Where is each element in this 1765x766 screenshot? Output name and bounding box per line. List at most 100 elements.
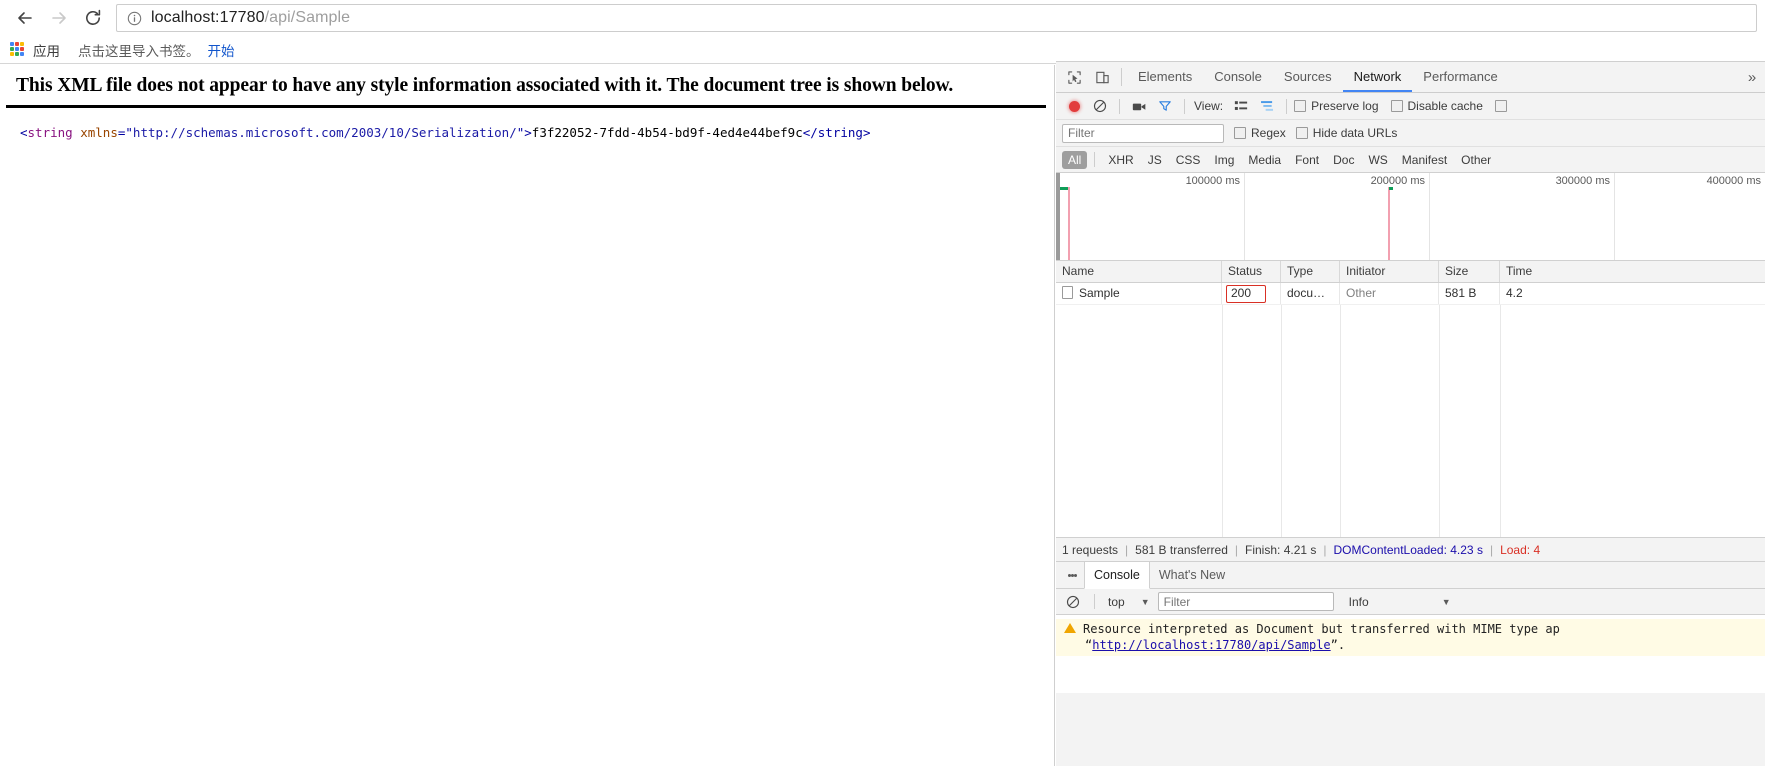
type-filter-font[interactable]: Font	[1289, 151, 1325, 169]
column-header-time[interactable]: Time	[1500, 261, 1765, 282]
reload-button[interactable]	[76, 3, 110, 33]
bookmarks-import-link[interactable]: 开始	[208, 40, 235, 60]
network-filter-input[interactable]	[1062, 123, 1224, 143]
clear-icon[interactable]	[1088, 95, 1112, 117]
status-badge: 200	[1226, 285, 1267, 303]
type-filter-manifest[interactable]: Manifest	[1396, 151, 1453, 169]
cell-status: 200	[1222, 283, 1281, 304]
view-label: View:	[1194, 99, 1224, 113]
console-quote-close: ”.	[1330, 638, 1346, 653]
throttling-box[interactable]	[1494, 100, 1507, 112]
column-header-type[interactable]: Type	[1281, 261, 1340, 282]
network-summary-bar: 1 requests | 581 B transferred | Finish:…	[1056, 537, 1765, 562]
console-filter-input[interactable]	[1157, 592, 1334, 611]
disable-cache-checkbox[interactable]: Disable cache	[1390, 99, 1493, 113]
list-view-icon[interactable]	[1229, 95, 1253, 117]
drawer-tab-console[interactable]: Console	[1084, 562, 1150, 589]
hide-data-urls-checkbox[interactable]: Hide data URLs	[1295, 126, 1408, 140]
drawer-tab-whats-new[interactable]: What's New	[1150, 562, 1234, 588]
column-header-initiator[interactable]: Initiator	[1340, 261, 1439, 282]
drawer-more-icon[interactable]	[1060, 562, 1084, 588]
console-message-link[interactable]: http://localhost:17780/api/Sample	[1092, 638, 1330, 652]
waterfall-view-icon[interactable]	[1255, 95, 1279, 117]
bookmark-apps[interactable]: 应用	[33, 40, 60, 60]
network-table-header: Name Status Type Initiator Size Time	[1056, 261, 1765, 283]
column-header-size[interactable]: Size	[1439, 261, 1500, 282]
xml-attr-name: xmlns	[80, 125, 118, 140]
console-context-selector[interactable]: top ▼	[1104, 595, 1154, 609]
browser-window: localhost:17780/api/Sample 应用 点击这里导入书签。 …	[0, 0, 1765, 766]
hide-data-urls-label: Hide data URLs	[1312, 126, 1398, 140]
summary-sep-4: |	[1489, 542, 1494, 557]
disable-cache-box[interactable]	[1390, 100, 1403, 112]
record-stop-icon[interactable]	[1062, 95, 1086, 117]
xml-document-tree: <string xmlns="http://schemas.microsoft.…	[0, 108, 1054, 142]
overview-cell-3: 300000 ms	[1430, 173, 1615, 260]
xml-text-value: f3f22052-7fdd-4b54-bd9f-4ed4e44bef9c	[531, 125, 803, 140]
clear-console-icon[interactable]	[1061, 591, 1085, 613]
typebar-divider	[1094, 152, 1096, 167]
summary-sep-3: |	[1323, 542, 1327, 557]
cell-initiator: Other	[1340, 283, 1439, 304]
type-filter-media[interactable]: Media	[1242, 151, 1287, 169]
back-button[interactable]	[8, 3, 42, 33]
bookmarks-import-hint: 点击这里导入书签。	[78, 43, 200, 59]
info-circle-icon[interactable]	[125, 9, 143, 27]
toolbar-divider-2	[1184, 98, 1185, 114]
summary-sep-1: |	[1125, 542, 1129, 557]
device-toolbar-icon[interactable]	[1088, 62, 1116, 92]
console-level-label: Info	[1348, 594, 1369, 609]
overview-request-band	[1068, 187, 1070, 260]
camera-icon[interactable]	[1127, 95, 1151, 117]
forward-button[interactable]	[42, 3, 76, 33]
browser-toolbar: localhost:17780/api/Sample	[0, 0, 1765, 36]
summary-finish: Finish: 4.21 s	[1245, 542, 1317, 557]
tab-network[interactable]: Network	[1342, 62, 1413, 92]
type-filter-img[interactable]: Img	[1208, 151, 1240, 169]
column-header-name[interactable]: Name	[1056, 261, 1222, 282]
apps-grid-icon[interactable]	[10, 41, 26, 58]
regex-box[interactable]	[1234, 127, 1246, 139]
cell-name-text: Sample	[1079, 286, 1120, 300]
type-filter-css[interactable]: CSS	[1170, 151, 1207, 169]
tab-console[interactable]: Console	[1203, 62, 1273, 92]
url-host: localhost:17780	[151, 9, 265, 26]
tab-sources[interactable]: Sources	[1273, 62, 1343, 92]
drawer-tabbar: Console What's New	[1056, 562, 1765, 589]
console-toolbar-divider	[1094, 594, 1095, 609]
console-warning-message[interactable]: Resource interpreted as Document but tra…	[1056, 619, 1765, 657]
preserve-log-checkbox[interactable]: Preserve log	[1294, 99, 1388, 113]
throttling-checkbox[interactable]	[1494, 100, 1512, 112]
column-header-status[interactable]: Status	[1222, 261, 1281, 282]
preserve-log-box[interactable]	[1294, 100, 1307, 112]
bookmarks-bar: 应用 点击这里导入书签。 开始	[0, 36, 1765, 64]
cell-name[interactable]: Sample	[1056, 283, 1222, 304]
inspect-element-icon[interactable]	[1060, 62, 1088, 92]
warning-icon	[1064, 623, 1076, 633]
summary-sep-2: |	[1234, 542, 1239, 557]
funnel-icon[interactable]	[1153, 95, 1177, 117]
overview-tick-4: 400000 ms	[1706, 175, 1761, 187]
devtools-tabbar: Elements Console Sources Network Perform…	[1056, 62, 1765, 93]
tab-elements[interactable]: Elements	[1127, 62, 1203, 92]
tabbar-more-button[interactable]: »	[1739, 62, 1765, 92]
console-level-selector[interactable]: Info ▼	[1344, 595, 1456, 609]
network-filter-bar: Regex Hide data URLs	[1056, 120, 1765, 147]
console-output: Resource interpreted as Document but tra…	[1056, 615, 1765, 693]
type-filter-all[interactable]: All	[1062, 150, 1088, 169]
type-filter-doc[interactable]: Doc	[1327, 151, 1360, 169]
type-filter-js[interactable]: JS	[1142, 151, 1168, 169]
cell-type: docu…	[1281, 283, 1340, 304]
tab-performance[interactable]: Performance	[1412, 62, 1508, 92]
summary-load: Load: 4	[1500, 542, 1541, 557]
hide-data-urls-box[interactable]	[1295, 127, 1308, 139]
type-filter-ws[interactable]: WS	[1362, 151, 1393, 169]
network-overview-timeline[interactable]: 100000 ms 200000 ms 300000 ms 400000 ms	[1056, 173, 1765, 261]
overview-dcl-marker	[1060, 187, 1068, 190]
type-filter-other[interactable]: Other	[1455, 151, 1497, 169]
address-bar[interactable]: localhost:17780/api/Sample	[116, 4, 1757, 32]
type-filter-xhr[interactable]: XHR	[1102, 151, 1139, 169]
regex-checkbox[interactable]: Regex	[1234, 126, 1296, 140]
disable-cache-label: Disable cache	[1407, 99, 1483, 113]
table-row[interactable]: Sample 200 docu… Other 581 B 4.2	[1056, 283, 1765, 305]
